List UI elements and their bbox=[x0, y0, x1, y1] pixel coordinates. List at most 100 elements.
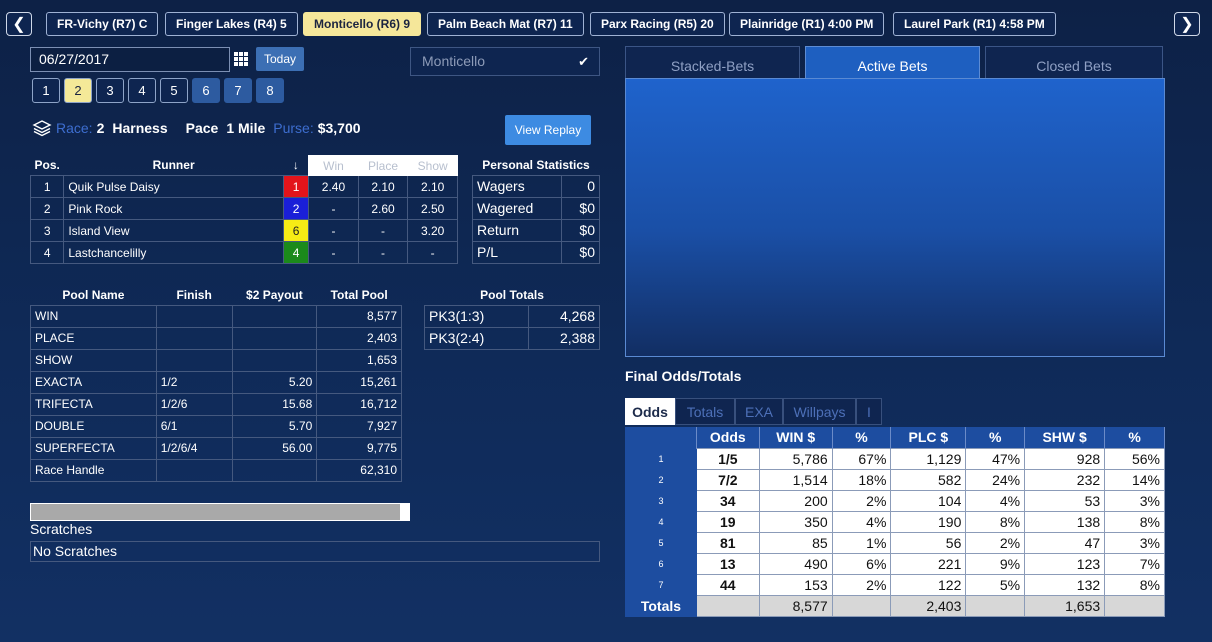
scrollbar[interactable] bbox=[30, 503, 410, 521]
total-pool-header: Total Pool bbox=[330, 287, 388, 302]
show-amount: 138 bbox=[1024, 510, 1106, 533]
place-pct: 8% bbox=[965, 510, 1026, 533]
track-tab[interactable]: Laurel Park (R1) 4:58 PM bbox=[893, 12, 1056, 36]
pool-name: SUPERFECTA bbox=[30, 436, 157, 460]
place-payout: 2.10 bbox=[357, 175, 409, 198]
odds-header: Odds bbox=[696, 427, 760, 448]
race-button[interactable]: 6 bbox=[192, 78, 220, 103]
pool-row: Race Handle 62,310 bbox=[30, 458, 402, 482]
show-pct-header: % bbox=[1104, 427, 1165, 448]
tab-closed-bets[interactable]: Closed Bets bbox=[985, 46, 1163, 78]
win-amount: 153 bbox=[758, 573, 833, 596]
race-button[interactable]: 8 bbox=[256, 78, 284, 103]
place-payout: - bbox=[357, 241, 409, 264]
post-number: 6 bbox=[625, 552, 697, 575]
track-tab[interactable]: Palm Beach Mat (R7) 11 bbox=[427, 12, 584, 36]
race-button-selected[interactable]: 2 bbox=[64, 78, 92, 103]
tab-more[interactable]: I bbox=[856, 398, 882, 425]
totals-win-pct-empty bbox=[831, 594, 892, 617]
show-pct: 56% bbox=[1104, 447, 1165, 470]
win-pct: 67% bbox=[831, 447, 892, 470]
show-amount: 53 bbox=[1024, 489, 1106, 512]
race-gait: Pace bbox=[185, 120, 219, 136]
race-info: Race: 2 Harness Pace 1 Mile Purse: $3,70… bbox=[32, 119, 361, 137]
race-breed: Harness bbox=[112, 120, 168, 136]
layers-icon bbox=[32, 120, 52, 137]
calendar-icon[interactable] bbox=[233, 51, 249, 67]
scratches-label: Scratches bbox=[30, 521, 93, 537]
pool-payout: 15.68 bbox=[231, 392, 318, 416]
place-payout: - bbox=[357, 219, 409, 242]
race-button[interactable]: 3 bbox=[96, 78, 124, 103]
race-distance: 1 Mile bbox=[226, 120, 266, 136]
win-amount-header: WIN $ bbox=[759, 427, 833, 448]
runner-name: Island View bbox=[63, 219, 284, 242]
tab-totals[interactable]: Totals bbox=[675, 398, 735, 425]
runner-pos: 4 bbox=[29, 241, 65, 264]
tab-active-bets[interactable]: Active Bets bbox=[805, 46, 980, 78]
track-select[interactable]: Monticello ✔ bbox=[410, 47, 600, 76]
chevron-down-icon: ✔ bbox=[578, 54, 589, 69]
show-payout: 2.50 bbox=[407, 197, 458, 220]
scrollbar-handle[interactable] bbox=[400, 503, 409, 521]
odds-row: 2 7/2 1,514 18% 582 24% 232 14% bbox=[625, 468, 1165, 491]
active-bets-panel bbox=[625, 78, 1165, 357]
show-payout: - bbox=[407, 241, 458, 264]
post-number: 2 bbox=[625, 468, 697, 491]
win-amount: 200 bbox=[758, 489, 833, 512]
odds-value: 44 bbox=[695, 573, 760, 596]
track-tab[interactable]: Finger Lakes (R4) 5 bbox=[165, 12, 298, 36]
pool-total: 8,577 bbox=[316, 304, 402, 328]
track-tab-active[interactable]: Monticello (R6) 9 bbox=[303, 12, 422, 36]
tab-odds[interactable]: Odds bbox=[625, 398, 675, 425]
odds-row: 1 1/5 5,786 67% 1,129 47% 928 56% bbox=[625, 447, 1165, 470]
track-select-value: Monticello bbox=[422, 53, 486, 69]
runner-name: Lastchancelilly bbox=[63, 241, 284, 264]
place-amount: 122 bbox=[890, 573, 967, 596]
today-button[interactable]: Today bbox=[256, 47, 304, 71]
pool-total-value: 4,268 bbox=[527, 304, 601, 328]
track-tab[interactable]: Parx Racing (R5) 20 bbox=[590, 12, 725, 36]
tab-stacked-bets[interactable]: Stacked-Bets bbox=[625, 46, 800, 78]
next-tracks-button[interactable]: ❯ bbox=[1174, 12, 1200, 36]
stat-value: $0 bbox=[561, 218, 600, 242]
place-amount: 1,129 bbox=[890, 447, 967, 470]
pool-payout: 5.20 bbox=[231, 370, 318, 394]
runner-row: 2 Pink Rock 2 - 2.60 2.50 bbox=[29, 197, 458, 220]
runners-table: Pos. Runner ↓ Win Place Show 1 Quik Puls… bbox=[29, 155, 458, 264]
place-pct: 47% bbox=[965, 447, 1026, 470]
tab-willpays[interactable]: Willpays bbox=[783, 398, 856, 425]
pools-table: Pool Name Finish $2 Payout Total Pool WI… bbox=[30, 285, 402, 482]
runner-row: 4 Lastchancelilly 4 - - - bbox=[29, 241, 458, 264]
place-header: Place bbox=[357, 155, 409, 176]
win-payout: - bbox=[308, 197, 359, 220]
race-button[interactable]: 4 bbox=[128, 78, 156, 103]
pool-total-row: PK3(1:3) 4,268 bbox=[424, 304, 601, 328]
place-pct: 4% bbox=[965, 489, 1026, 512]
runner-header: Runner bbox=[152, 158, 195, 173]
show-pct: 3% bbox=[1104, 489, 1165, 512]
odds-value: 7/2 bbox=[695, 468, 760, 491]
race-button[interactable]: 7 bbox=[224, 78, 252, 103]
finish-header: Finish bbox=[176, 287, 212, 302]
totals-place: 2,403 bbox=[890, 594, 967, 617]
win-amount: 490 bbox=[758, 552, 833, 575]
show-header: Show bbox=[407, 155, 458, 176]
place-amount: 104 bbox=[890, 489, 967, 512]
pool-finish: 1/2/6/4 bbox=[155, 436, 233, 460]
pool-row: DOUBLE 6/1 5.70 7,927 bbox=[30, 414, 402, 438]
track-tab[interactable]: Plainridge (R1) 4:00 PM bbox=[729, 12, 885, 36]
stat-label: Wagers bbox=[472, 174, 562, 198]
show-payout: 3.20 bbox=[407, 219, 458, 242]
race-button[interactable]: 5 bbox=[160, 78, 188, 103]
date-input[interactable]: 06/27/2017 bbox=[30, 47, 230, 72]
place-amount: 190 bbox=[890, 510, 967, 533]
prev-tracks-button[interactable]: ❮ bbox=[6, 12, 32, 36]
race-button[interactable]: 1 bbox=[32, 78, 60, 103]
sort-arrow-icon[interactable]: ↓ bbox=[283, 156, 308, 176]
tab-exa[interactable]: EXA bbox=[735, 398, 783, 425]
chevron-right-icon: ❯ bbox=[1180, 16, 1194, 33]
pool-total: 7,927 bbox=[316, 414, 402, 438]
track-tab[interactable]: FR-Vichy (R7) C bbox=[46, 12, 159, 36]
view-replay-button[interactable]: View Replay bbox=[505, 115, 591, 145]
